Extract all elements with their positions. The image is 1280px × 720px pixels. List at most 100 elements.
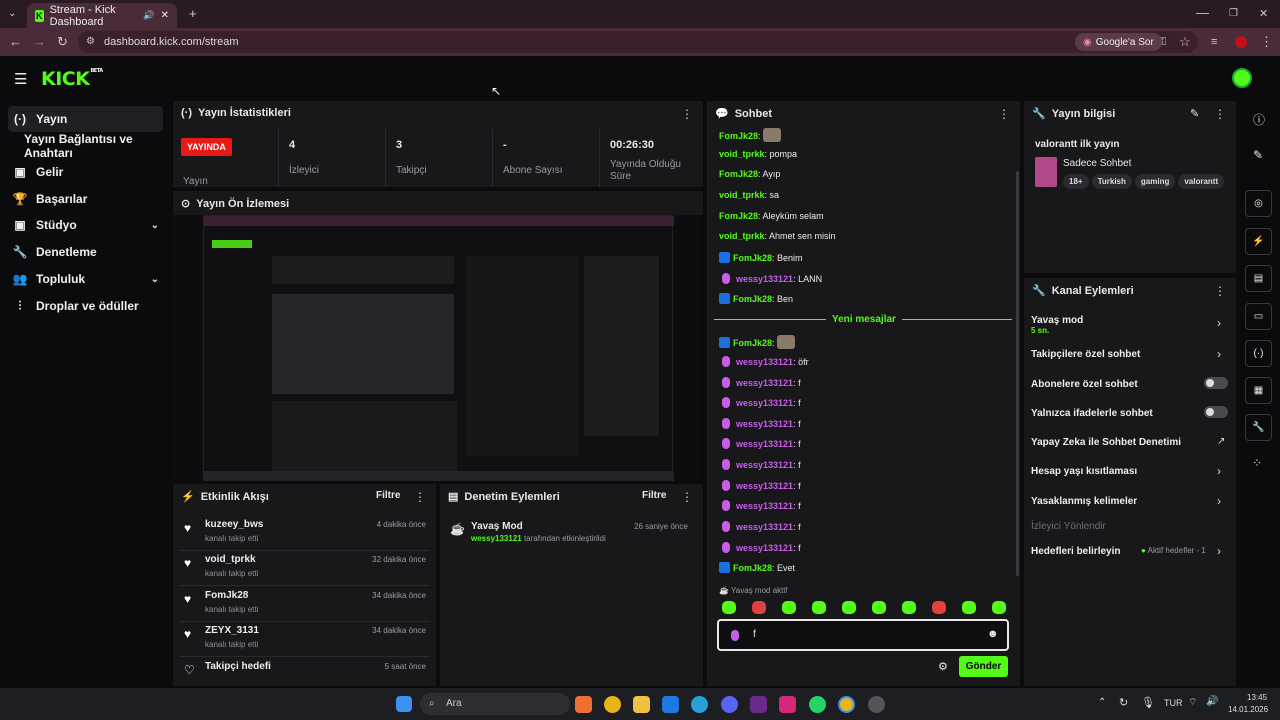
chat-username[interactable]: wessy133121 [736, 460, 793, 470]
subscribers-toggle[interactable] [1204, 377, 1228, 389]
chat-username[interactable]: wessy133121 [736, 357, 793, 367]
volume-icon[interactable]: 🔊 [1206, 696, 1218, 707]
emote-icon[interactable] [902, 601, 916, 614]
sidebar-item-studyo[interactable]: ▣ Stüdyo ⌄ [8, 212, 163, 238]
hamburger-menu-icon[interactable]: ☰ [14, 70, 27, 88]
emote-icon[interactable] [782, 601, 796, 614]
rail-camera-icon[interactable]: ◎ [1245, 190, 1272, 217]
sidebar-item-yayin[interactable]: (·) Yayın [8, 106, 163, 132]
browser-tab[interactable]: K Stream - Kick Dashboard 🔊 ✕ [27, 3, 177, 28]
kebab-menu-icon[interactable]: ⋮ [681, 490, 693, 504]
emote-icon[interactable] [842, 601, 856, 614]
chat-username[interactable]: FomJk28 [719, 169, 758, 179]
chevron-right-icon[interactable]: › [1217, 347, 1221, 361]
chat-username[interactable]: FomJk28 [719, 211, 758, 221]
tab-close-icon[interactable]: ✕ [161, 10, 169, 21]
app-icon[interactable] [750, 696, 767, 713]
back-icon[interactable]: ← [9, 35, 22, 49]
google-ask-button[interactable]: ◉ Google'a Sor [1075, 33, 1162, 51]
mic-tray-icon[interactable]: 🎙 [1141, 696, 1155, 709]
chrome-icon[interactable] [604, 696, 621, 713]
chevron-right-icon[interactable]: › [1217, 464, 1221, 478]
chat-username[interactable]: void_tprkk [719, 231, 765, 241]
maximize-icon[interactable]: ❐ [1229, 7, 1238, 21]
sidebar-item-droplar[interactable]: ⫶ Droplar ve ödüller [8, 293, 163, 319]
sidebar-item-basarilar[interactable]: 🏆 Başarılar [8, 186, 163, 212]
chat-scrollbar[interactable] [1016, 171, 1019, 576]
chat-username[interactable]: FomJk28 [719, 131, 758, 141]
chat-username[interactable]: FomJk28 [733, 563, 772, 573]
kebab-menu-icon[interactable]: ⋮ [1214, 284, 1226, 298]
copilot-icon[interactable] [575, 696, 592, 713]
chat-username[interactable]: wessy133121 [736, 419, 793, 429]
bookmark-star-icon[interactable]: ☆ [1179, 35, 1191, 49]
whatsapp-icon[interactable] [809, 696, 826, 713]
chevron-right-icon[interactable]: › [1217, 316, 1221, 330]
sidebar-item-stream-key[interactable]: Yayın Bağlantısı ve Anahtarı [20, 132, 170, 160]
chat-username[interactable]: wessy133121 [736, 543, 793, 553]
slow-mode-row[interactable]: Yavaş mod [1031, 315, 1083, 326]
rail-broadcast-icon[interactable]: (·) [1245, 340, 1272, 367]
rail-chat-icon[interactable]: ▭ [1245, 303, 1272, 330]
moderation-filter-button[interactable]: Filtre [642, 490, 666, 501]
chat-username[interactable]: FomJk28 [733, 338, 772, 348]
edit-icon[interactable]: ✎ [1253, 148, 1263, 162]
emote-icon[interactable] [812, 601, 826, 614]
rail-wrench-icon[interactable]: 🔧 [1245, 414, 1272, 441]
rail-layout-icon[interactable]: ▦ [1245, 377, 1272, 404]
tab-audio-icon[interactable]: 🔊 [143, 10, 154, 21]
media-icon[interactable]: ≡ [1211, 35, 1217, 49]
start-menu-icon[interactable] [396, 696, 412, 712]
followers-only-row[interactable]: Takipçilere özel sohbet [1031, 349, 1140, 360]
send-button[interactable]: Gönder [959, 656, 1008, 677]
tray-chevron-icon[interactable]: ⌃ [1098, 697, 1106, 708]
clock-date[interactable]: 14.01.2026 [1228, 705, 1268, 714]
chat-input[interactable]: f ☻ [717, 619, 1009, 651]
external-link-icon[interactable]: ↗ [1217, 436, 1225, 447]
site-info-icon[interactable]: ⚙ [86, 35, 95, 49]
chat-username[interactable]: void_tprkk [719, 149, 765, 159]
window-close-icon[interactable]: ✕ [1259, 7, 1268, 21]
stream-preview[interactable] [173, 215, 701, 481]
edge-icon[interactable] [691, 696, 708, 713]
forward-icon[interactable]: → [33, 35, 46, 49]
kebab-menu-icon[interactable]: ⋮ [998, 107, 1010, 121]
tag-chip[interactable]: gaming [1134, 174, 1176, 189]
emote-icon[interactable] [962, 601, 976, 614]
chat-settings-gear-icon[interactable]: ⚙ [938, 660, 948, 673]
minimize-icon[interactable]: — [1196, 6, 1209, 20]
file-explorer-icon[interactable] [633, 696, 650, 713]
sync-icon[interactable]: ↻ [1119, 696, 1128, 709]
emote-icon[interactable] [722, 601, 736, 614]
sidebar-item-topluluk[interactable]: 👥 Topluluk ⌄ [8, 266, 163, 292]
instagram-icon[interactable] [779, 696, 796, 713]
chevron-right-icon[interactable]: › [1217, 544, 1221, 558]
info-icon[interactable]: ⓘ [1253, 111, 1265, 128]
rail-doc-icon[interactable]: ▤ [1245, 265, 1272, 292]
profile-icon[interactable] [1235, 36, 1247, 48]
tab-search-icon[interactable]: ⌄ [8, 7, 16, 21]
reload-icon[interactable]: ↻ [57, 35, 68, 49]
chat-username[interactable]: wessy133121 [736, 522, 793, 532]
taskbar-search[interactable]: ⌕ Ara [420, 693, 570, 715]
kebab-menu-icon[interactable]: ⋮ [1214, 107, 1226, 121]
rail-widgets-icon[interactable]: ⁘ [1252, 456, 1262, 470]
browser-menu-icon[interactable]: ⋮ [1260, 35, 1273, 49]
chat-username[interactable]: wessy133121 [736, 439, 793, 449]
account-age-row[interactable]: Hesap yaşı kısıtlaması [1031, 466, 1137, 477]
banned-words-row[interactable]: Yasaklanmış kelimeler [1031, 496, 1137, 507]
settings-app-icon[interactable] [868, 696, 885, 713]
chat-username[interactable]: wessy133121 [736, 481, 793, 491]
events-filter-button[interactable]: Filtre [376, 490, 400, 501]
outlook-icon[interactable] [662, 696, 679, 713]
emoji-icon[interactable]: ☻ [987, 628, 999, 640]
chat-username[interactable]: FomJk28 [733, 294, 772, 304]
language-indicator[interactable]: TUR [1164, 698, 1183, 708]
tag-chip[interactable]: valorantt [1178, 174, 1225, 189]
emote-icon[interactable] [992, 601, 1006, 614]
tag-chip[interactable]: Turkish [1091, 174, 1132, 189]
clock-time[interactable]: 13:45 [1247, 693, 1267, 702]
new-tab-icon[interactable]: + [189, 7, 197, 21]
goals-row[interactable]: Hedefleri belirleyin [1031, 546, 1120, 557]
emote-icon[interactable] [872, 601, 886, 614]
